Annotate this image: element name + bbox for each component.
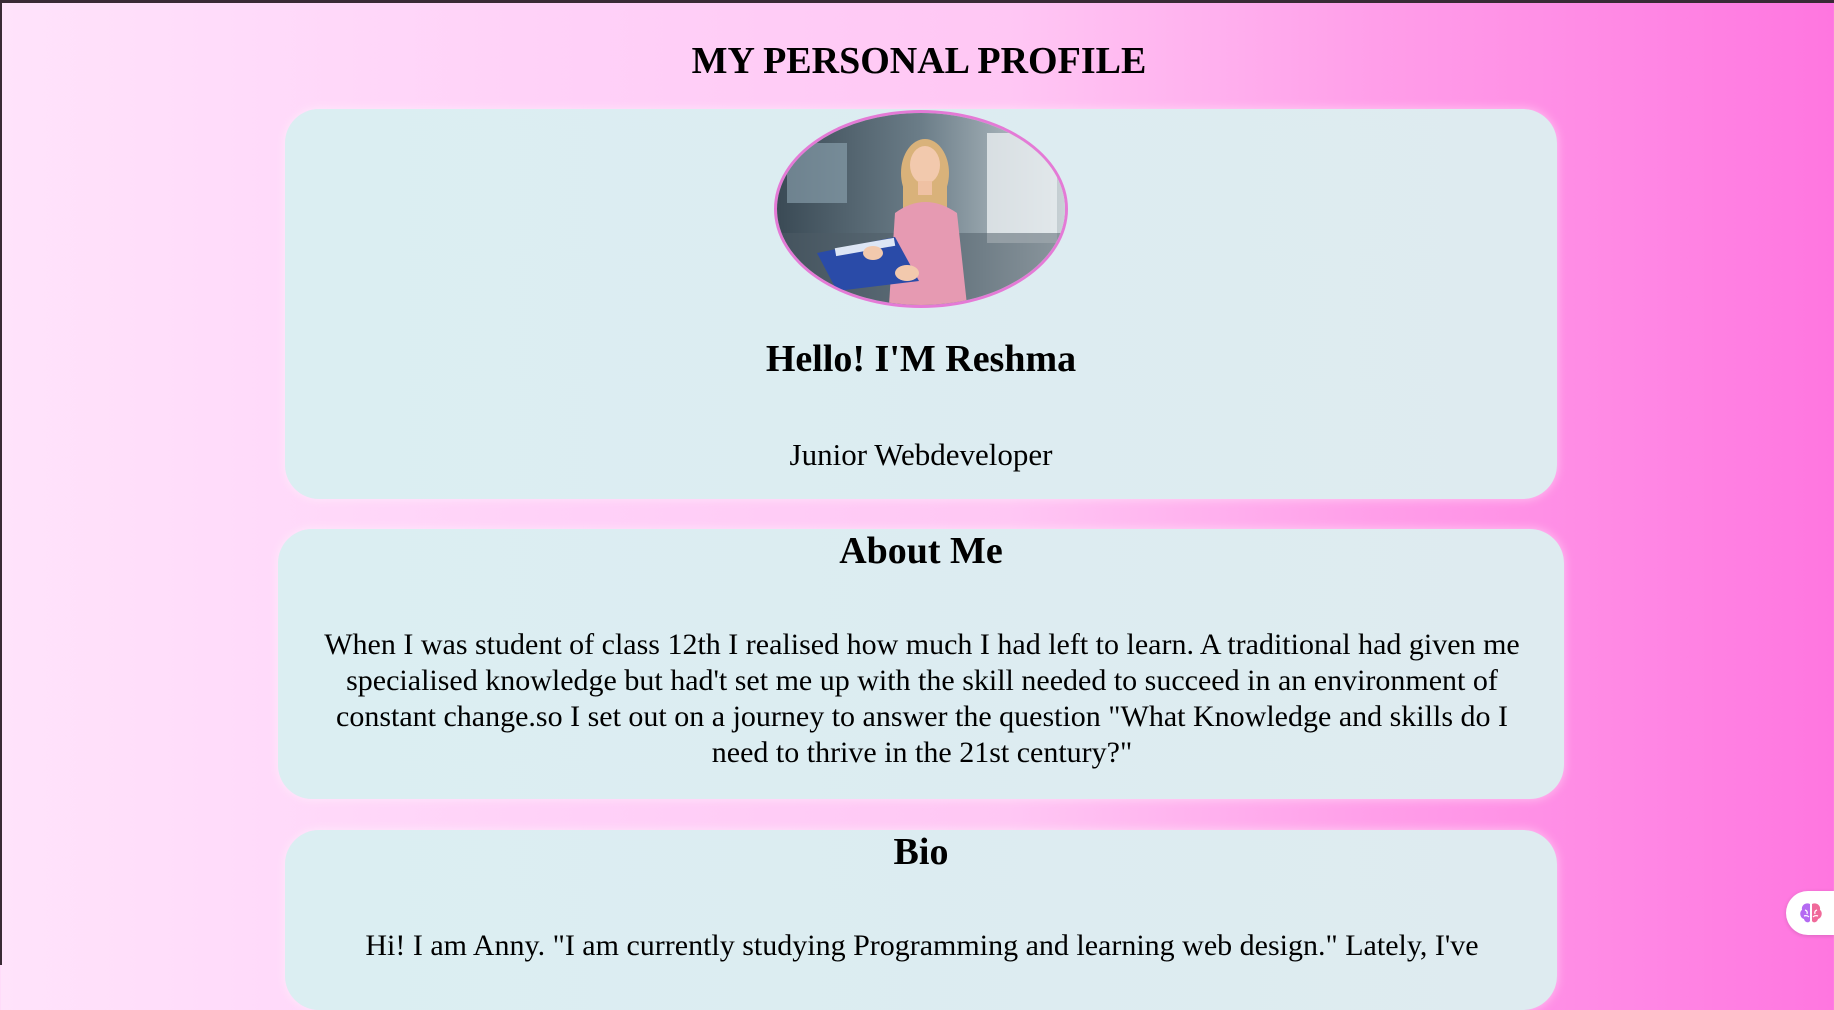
about-card: About Me When I was student of class 12t… [278, 529, 1564, 799]
avatar [774, 110, 1068, 308]
bio-card: Bio Hi! I am Anny. "I am currently study… [285, 830, 1557, 1010]
bio-text: Hi! I am Anny. "I am currently studying … [365, 929, 1479, 962]
profile-photo [777, 113, 1065, 305]
about-text: When I was student of class 12th I reali… [324, 628, 1520, 769]
profile-greeting: Hello! I'M Reshma [765, 338, 1077, 380]
profile-role: Junior Webdeveloper [789, 437, 1053, 472]
floating-extension-button[interactable] [1786, 891, 1834, 935]
bio-heading: Bio [893, 831, 949, 873]
profile-card: Hello! I'M Reshma Junior Webdeveloper [285, 109, 1557, 499]
page-title: MY PERSONAL PROFILE [691, 40, 1147, 82]
brain-icon [1800, 903, 1822, 923]
about-heading: About Me [839, 530, 1003, 572]
